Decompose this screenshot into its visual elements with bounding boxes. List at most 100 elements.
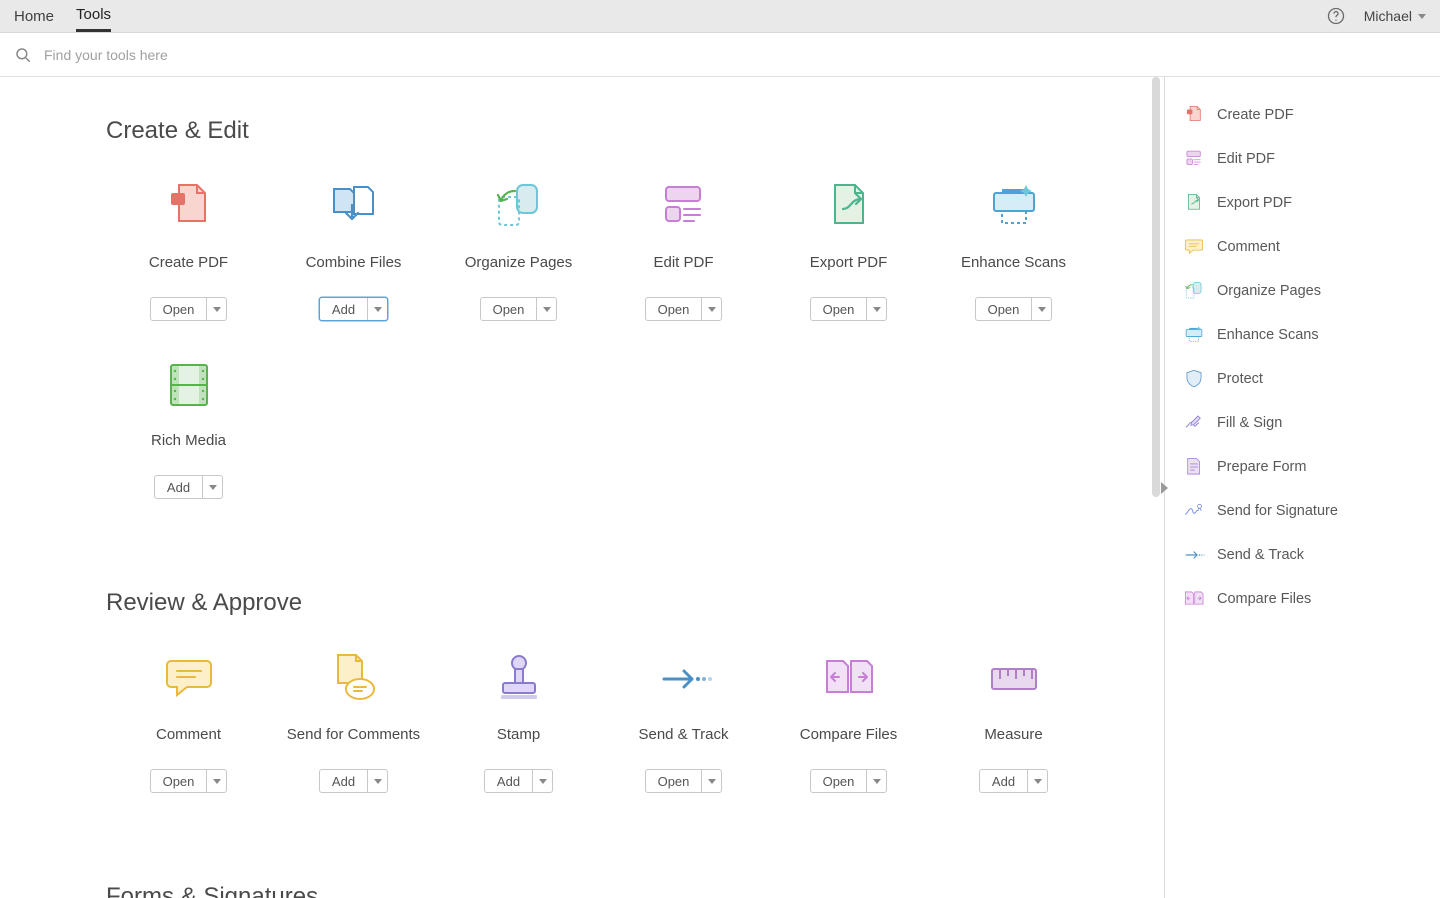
tool-action-main[interactable]: Open — [151, 298, 207, 320]
tool-action-button[interactable]: Add — [484, 769, 553, 793]
sidebar-item[interactable]: Compare Files — [1183, 581, 1430, 617]
tool-action-dropdown[interactable] — [866, 298, 886, 320]
send-track-icon — [656, 651, 712, 707]
tab-tools[interactable]: Tools — [76, 0, 111, 32]
tool-label: Measure — [984, 725, 1042, 765]
sidebar-item[interactable]: Enhance Scans — [1183, 317, 1430, 353]
tool-card[interactable]: Send for Comments Add — [271, 651, 436, 793]
user-menu[interactable]: Michael — [1364, 8, 1426, 24]
export-pdf-icon — [821, 179, 877, 235]
tool-card[interactable]: Export PDF Open — [766, 179, 931, 321]
tool-action-button[interactable]: Open — [480, 297, 558, 321]
tool-label: Send for Comments — [287, 725, 420, 765]
tool-action-main[interactable]: Add — [320, 298, 367, 320]
tool-action-dropdown[interactable] — [367, 298, 387, 320]
organize-pages-icon — [491, 179, 547, 235]
chevron-down-icon — [708, 307, 716, 312]
tool-action-dropdown[interactable] — [206, 298, 226, 320]
tool-card[interactable]: Enhance Scans Open — [931, 179, 1096, 321]
scroll-thumb[interactable] — [1152, 77, 1160, 497]
tool-label: Export PDF — [810, 253, 888, 293]
tool-card[interactable]: Combine FilesAdd — [271, 179, 436, 321]
tool-action-main[interactable]: Add — [980, 770, 1027, 792]
sidebar-item-label: Fill & Sign — [1217, 415, 1282, 431]
tool-card[interactable]: Rich Media Add — [106, 357, 271, 499]
tab-home[interactable]: Home — [14, 0, 54, 32]
sidebar-item[interactable]: Prepare Form — [1183, 449, 1430, 485]
tool-card[interactable]: Compare Files Open — [766, 651, 931, 793]
tool-card[interactable]: Measure Add — [931, 651, 1096, 793]
tool-action-dropdown[interactable] — [532, 770, 552, 792]
sidebar-item[interactable]: Export PDF — [1183, 185, 1430, 221]
tool-action-dropdown[interactable] — [1027, 770, 1047, 792]
enhance-scans-icon — [1183, 324, 1205, 346]
send-for-comments-icon — [326, 651, 382, 707]
tool-action-dropdown[interactable] — [701, 770, 721, 792]
tool-grid: CommentOpenSend for CommentsAddStampAddS… — [106, 651, 1150, 829]
tool-action-main[interactable]: Add — [155, 476, 202, 498]
enhance-scans-icon — [986, 179, 1042, 235]
protect-icon — [1183, 368, 1205, 390]
sidebar-item-label: Compare Files — [1217, 591, 1311, 607]
tool-action-main[interactable]: Open — [811, 298, 867, 320]
tool-action-button[interactable]: Add — [154, 475, 223, 499]
chevron-down-icon — [708, 779, 716, 784]
tool-action-main[interactable]: Add — [320, 770, 367, 792]
search-input[interactable] — [44, 47, 1044, 63]
tool-action-dropdown[interactable] — [202, 476, 222, 498]
tool-action-button[interactable]: Add — [319, 297, 388, 321]
sidebar-item[interactable]: Fill & Sign — [1183, 405, 1430, 441]
tool-action-dropdown[interactable] — [206, 770, 226, 792]
tool-action-button[interactable]: Open — [150, 297, 228, 321]
chevron-down-icon — [873, 779, 881, 784]
sidebar-item[interactable]: Comment — [1183, 229, 1430, 265]
sidebar-item[interactable]: Organize Pages — [1183, 273, 1430, 309]
tool-action-dropdown[interactable] — [866, 770, 886, 792]
tool-action-dropdown[interactable] — [536, 298, 556, 320]
tool-card[interactable]: StampAdd — [436, 651, 601, 793]
tool-action-button[interactable]: Open — [810, 297, 888, 321]
sidebar-item[interactable]: Edit PDF — [1183, 141, 1430, 177]
tool-action-main[interactable]: Add — [485, 770, 532, 792]
measure-icon — [986, 651, 1042, 707]
help-icon[interactable] — [1326, 6, 1346, 26]
tool-label: Rich Media — [151, 431, 226, 471]
sidebar-item[interactable]: Send & Track — [1183, 537, 1430, 573]
tool-action-button[interactable]: Add — [319, 769, 388, 793]
tool-action-button[interactable]: Open — [645, 769, 723, 793]
tool-action-button[interactable]: Open — [810, 769, 888, 793]
chevron-down-icon — [539, 779, 547, 784]
section: Create & EditCreate PDFOpenCombine Files… — [106, 117, 1150, 535]
tool-action-main[interactable]: Open — [976, 298, 1032, 320]
chevron-down-icon — [209, 485, 217, 490]
search-row — [0, 33, 1440, 77]
send-signature-icon — [1183, 500, 1205, 522]
tool-label: Enhance Scans — [961, 253, 1066, 293]
sidebar-item-label: Create PDF — [1217, 107, 1294, 123]
tool-action-dropdown[interactable] — [1031, 298, 1051, 320]
tool-action-main[interactable]: Open — [646, 298, 702, 320]
tool-action-main[interactable]: Open — [646, 770, 702, 792]
sidebar-collapse-icon[interactable] — [1161, 482, 1168, 494]
tool-action-dropdown[interactable] — [701, 298, 721, 320]
tool-action-main[interactable]: Open — [481, 298, 537, 320]
tool-card[interactable]: Organize PagesOpen — [436, 179, 601, 321]
combine-files-icon — [326, 179, 382, 235]
tool-action-button[interactable]: Open — [975, 297, 1053, 321]
tool-card[interactable]: Edit PDFOpen — [601, 179, 766, 321]
tool-action-button[interactable]: Add — [979, 769, 1048, 793]
sidebar-item[interactable]: Create PDF — [1183, 97, 1430, 133]
sidebar-item-label: Edit PDF — [1217, 151, 1275, 167]
tool-action-button[interactable]: Open — [645, 297, 723, 321]
tool-card[interactable]: Create PDFOpen — [106, 179, 271, 321]
tool-action-main[interactable]: Open — [151, 770, 207, 792]
tool-card[interactable]: CommentOpen — [106, 651, 271, 793]
chevron-down-icon — [873, 307, 881, 312]
tool-action-dropdown[interactable] — [367, 770, 387, 792]
sidebar-item[interactable]: Send for Signature — [1183, 493, 1430, 529]
tool-label: Compare Files — [800, 725, 898, 765]
sidebar-item[interactable]: Protect — [1183, 361, 1430, 397]
tool-card[interactable]: Send & TrackOpen — [601, 651, 766, 793]
tool-action-button[interactable]: Open — [150, 769, 228, 793]
tool-action-main[interactable]: Open — [811, 770, 867, 792]
